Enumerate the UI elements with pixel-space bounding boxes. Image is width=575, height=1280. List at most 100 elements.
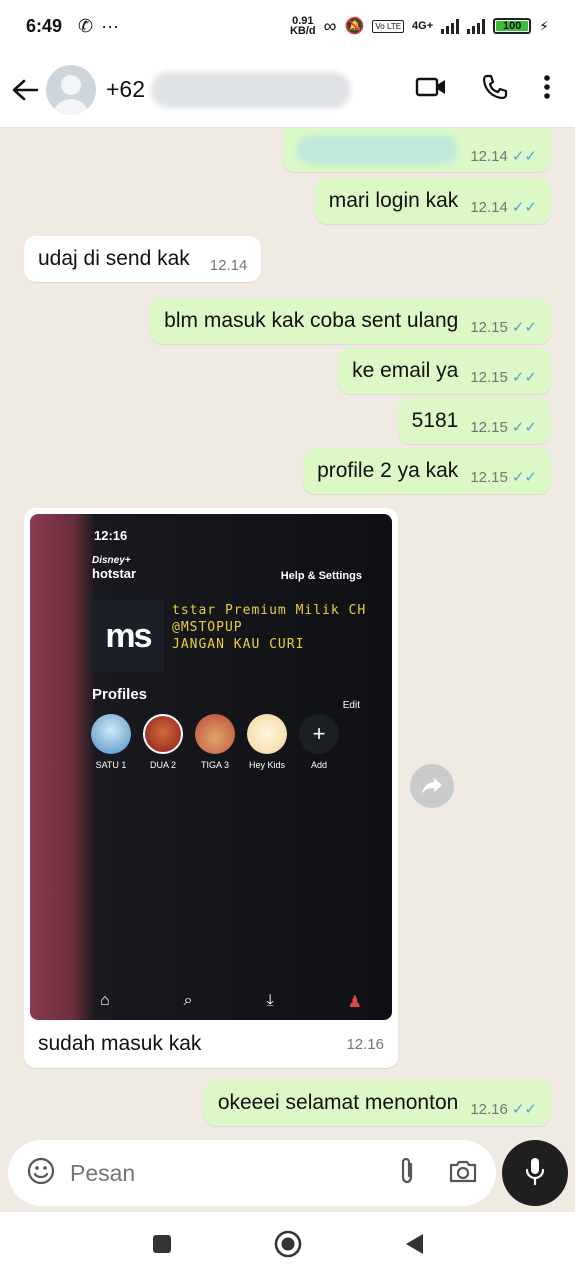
network-type: 4G+ <box>412 20 434 32</box>
message-time: 12.16 <box>470 1100 508 1118</box>
photo-profile: SATU 1 <box>90 714 132 770</box>
double-check-icon: ✓✓ <box>511 319 537 336</box>
message-time: 12.14 <box>209 256 248 274</box>
hotstar-logo: Disney+ hotstar <box>92 554 136 580</box>
photo-profile: DUA 2 <box>142 714 184 770</box>
photo-help-settings: Help & Settings <box>280 570 362 582</box>
net-speed: 0.91 KB/d <box>289 16 316 37</box>
chat-area[interactable]: 12.14 ✓✓ mari login kak 12.14 ✓✓ udaj di s… <box>0 128 575 1140</box>
volte-badge: Vo LTE <box>372 19 405 33</box>
photo-profiles-heading: Profiles <box>92 686 148 703</box>
arrow-left-icon[interactable] <box>10 75 40 105</box>
photo-profile: + Add <box>298 714 340 770</box>
avatar[interactable] <box>46 64 96 115</box>
more-vert-icon[interactable] <box>543 74 551 105</box>
search-icon: ⌕ <box>183 992 193 1009</box>
message-bubble-outgoing[interactable]: okeeei selamat menonton 12.16 ✓✓ <box>203 1080 551 1126</box>
ms-logo-text: ms <box>105 616 152 655</box>
double-check-icon: ✓✓ <box>511 369 537 386</box>
photo-profile: TIGA 3 <box>194 714 236 770</box>
message-bubble-outgoing[interactable]: blm masuk kak coba sent ulang 12.15 ✓✓ <box>150 298 551 344</box>
redacted-text <box>297 135 457 165</box>
mute-icon: 🔕 <box>344 18 365 35</box>
message-bubble-outgoing[interactable]: 5181 12.15 ✓✓ <box>397 398 551 444</box>
message-time: 12.15 <box>470 368 508 386</box>
message-meta: 12.15 ✓✓ <box>470 418 537 437</box>
message-text: 5181 <box>411 409 459 432</box>
ms-logo: ms <box>92 600 164 672</box>
double-check-icon: ✓✓ <box>511 199 537 216</box>
message-meta: 12.15 ✓✓ <box>470 318 537 337</box>
message-text: ke email ya <box>352 359 459 382</box>
battery-level: 100 <box>502 20 522 32</box>
message-bubble-incoming[interactable]: udaj di send kak 12.14 <box>24 236 262 282</box>
message-bubble-outgoing[interactable]: mari login kak 12.14 ✓✓ <box>314 178 551 224</box>
net-speed-unit: KB/d <box>289 25 316 37</box>
battery-icon: 100 <box>493 18 532 34</box>
my-space-icon: ♟ <box>347 994 362 1011</box>
photo-edit-label: Edit <box>342 700 360 711</box>
message-meta: 12.16 ✓✓ <box>470 1100 537 1119</box>
profile-label: SATU 1 <box>95 760 127 770</box>
message-meta: 12.14 ✓✓ <box>470 147 537 166</box>
double-check-icon: ✓✓ <box>511 1101 537 1118</box>
double-check-icon: ✓✓ <box>511 148 537 165</box>
phone-icon[interactable] <box>481 73 509 106</box>
message-text: sudah masuk kak <box>38 1032 202 1055</box>
hotspot-icon: ∞ <box>323 15 337 36</box>
profile-label: TIGA 3 <box>200 760 229 770</box>
double-check-icon: ✓✓ <box>511 419 537 436</box>
status-time: 6:49 <box>26 15 63 36</box>
photo-bottom-nav: ⌂ ⌕ ⤓ ♟ <box>100 992 362 1012</box>
message-meta: 12.14 <box>210 257 248 274</box>
message-text: mari login kak <box>328 189 459 212</box>
photo-profile: Hey Kids <box>246 714 288 770</box>
recents-button[interactable] <box>151 1233 173 1260</box>
signal-icon <box>441 18 460 34</box>
message-composer <box>8 1140 496 1206</box>
image-caption: sudah masuk kak 12.16 <box>30 1020 392 1056</box>
message-bubble-outgoing[interactable]: 12.14 ✓✓ <box>283 128 551 172</box>
mic-icon <box>524 1156 546 1191</box>
profile-label: Add <box>310 760 327 770</box>
hotstar-brand: hotstar <box>92 566 137 581</box>
message-input[interactable] <box>70 1159 396 1187</box>
image-message-incoming[interactable]: 12:16 Disney+ hotstar Help & Settings ms… <box>24 508 398 1068</box>
contact-name[interactable]: +62 <box>106 71 352 108</box>
signal-icon-2 <box>467 18 486 34</box>
message-bubble-outgoing[interactable]: profile 2 ya kak 12.15 ✓✓ <box>303 448 551 494</box>
double-check-icon: ✓✓ <box>511 469 537 486</box>
message-text: profile 2 ya kak <box>317 459 459 482</box>
message-time: 12.15 <box>470 468 508 486</box>
contact-prefix: +62 <box>106 76 146 102</box>
whatsapp-status-icon: ✆ <box>78 15 94 36</box>
forward-icon[interactable] <box>410 764 454 808</box>
watermark-line: @MSTOPUP <box>172 620 243 635</box>
message-meta: 12.14 ✓✓ <box>470 198 537 217</box>
camera-icon[interactable] <box>448 1158 478 1189</box>
message-bubble-outgoing[interactable]: ke email ya 12.15 ✓✓ <box>338 348 551 394</box>
message-time: 12.15 <box>470 418 508 436</box>
shared-photo[interactable]: 12:16 Disney+ hotstar Help & Settings ms… <box>30 514 392 1020</box>
message-meta: 12.15 ✓✓ <box>470 468 537 487</box>
download-icon: ⤓ <box>266 992 274 1009</box>
message-time: 12.15 <box>470 318 508 336</box>
status-bar: 6:49 ✆ ··· 0.91 KB/d ∞ 🔕 Vo LTE 4G+ 100 … <box>0 0 575 52</box>
paperclip-icon[interactable] <box>396 1156 418 1191</box>
message-text: blm masuk kak coba sent ulang <box>164 309 459 332</box>
redacted-number <box>151 71 352 108</box>
message-text: udaj di send kak <box>38 247 190 270</box>
chat-header: +62 <box>0 52 575 128</box>
charging-icon: ⚡ <box>539 17 549 34</box>
more-notifications-icon: ··· <box>101 15 120 36</box>
message-time: 12.14 <box>470 147 508 165</box>
emoji-icon[interactable] <box>26 1156 56 1191</box>
system-navigation-bar <box>0 1212 575 1280</box>
back-button[interactable] <box>403 1232 425 1261</box>
profile-label: DUA 2 <box>149 760 176 770</box>
video-call-icon[interactable] <box>415 76 447 103</box>
home-button[interactable] <box>273 1229 303 1264</box>
watermark-text: tstar Premium Milik CH @MSTOPUP JANGAN K… <box>172 602 366 653</box>
home-icon: ⌂ <box>100 992 110 1009</box>
mic-button[interactable] <box>502 1140 568 1206</box>
